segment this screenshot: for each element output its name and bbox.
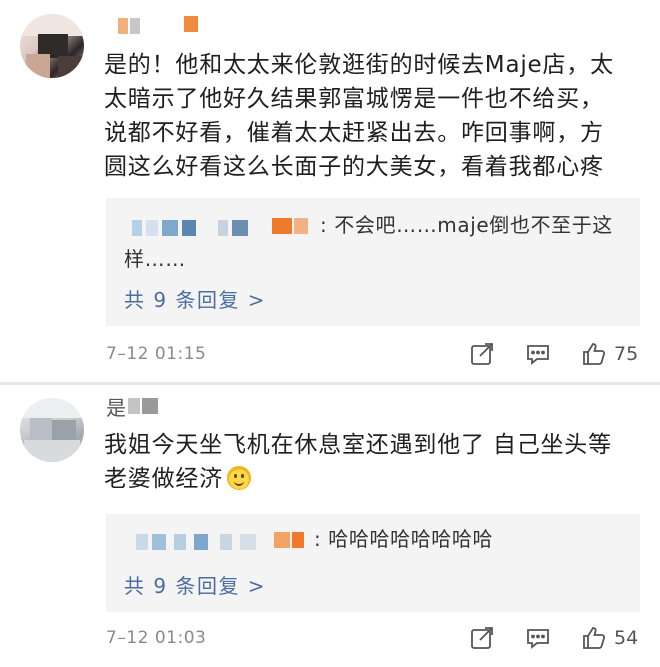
reply-text: : 不会吧……maje倒也不至于这 (320, 213, 613, 237)
like-count: 75 (614, 343, 639, 365)
comment-icon[interactable] (524, 624, 554, 654)
view-replies-link[interactable]: 共 9 条回复 > (124, 284, 266, 313)
thumbs-up-icon[interactable] (580, 624, 610, 654)
share-icon[interactable] (468, 624, 498, 654)
comment-text: 我姐今天坐飞机在休息室还遇到他了 自己坐头等 老婆做经济 (104, 432, 612, 492)
reply-box[interactable]: : 哈哈哈哈哈哈哈哈 共 9 条回复 > (106, 514, 640, 612)
timestamp: 7–12 01:15 (106, 344, 207, 364)
comment-footer: 7–12 01:03 54 (106, 624, 646, 654)
avatar[interactable] (20, 398, 84, 462)
view-replies-link[interactable]: 共 9 条回复 > (124, 570, 266, 599)
reply-text: : 哈哈哈哈哈哈哈哈 (314, 527, 494, 551)
reply-text-continued: 样…… (124, 247, 186, 271)
comment-icon[interactable] (524, 340, 554, 370)
comment-text: 是的！他和太太来伦敦逛街的时候去Maje店，太 太暗示了他好久结果郭富城愣是一件… (104, 52, 614, 180)
timestamp: 7–12 01:03 (106, 628, 207, 648)
comment-footer: 7–12 01:15 75 (106, 340, 646, 370)
smile-emoji-icon (227, 466, 251, 490)
avatar[interactable] (20, 14, 84, 78)
thumbs-up-icon[interactable] (580, 340, 610, 370)
comment-item: 是 我姐今天坐飞机在休息室还遇到他了 自己坐头等 老婆做经济 : 哈哈哈哈哈哈哈… (0, 384, 660, 667)
reply-box[interactable]: : 不会吧……maje倒也不至于这 样…… 共 9 条回复 > (106, 198, 640, 326)
share-icon[interactable] (468, 340, 498, 370)
username-first-char: 是 (106, 396, 126, 420)
like-count: 54 (614, 627, 639, 649)
comment-item: 是的！他和太太来伦敦逛街的时候去Maje店，太 太暗示了他好久结果郭富城愣是一件… (0, 0, 660, 384)
